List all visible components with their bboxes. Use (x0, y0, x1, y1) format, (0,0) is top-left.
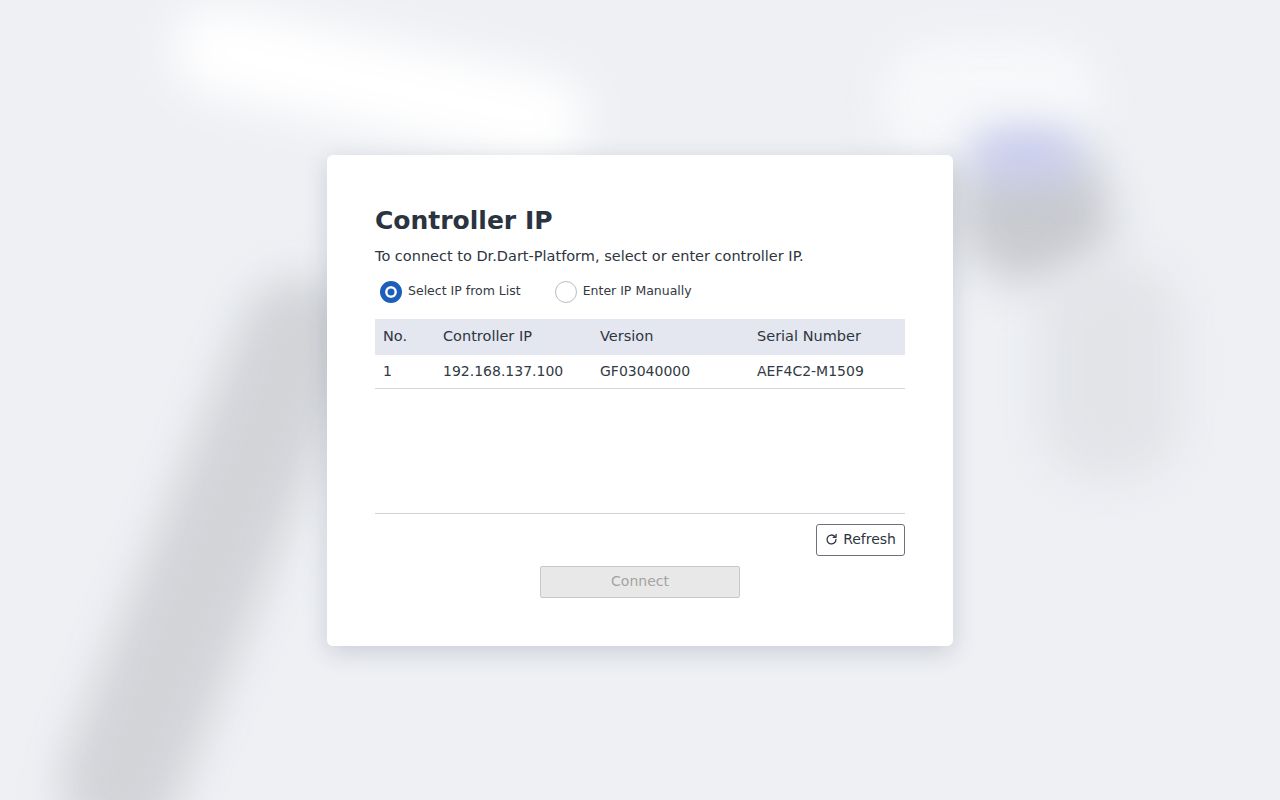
connect-row: Connect (375, 556, 905, 598)
dialog-subtitle: To connect to Dr.Dart-Platform, select o… (375, 245, 905, 267)
column-header: Serial Number (749, 319, 905, 355)
table-cell: 192.168.137.100 (435, 355, 592, 389)
mode-label: Enter IP Manually (583, 282, 692, 301)
table-row[interactable]: 1192.168.137.100GF03040000AEF4C2-M1509 (375, 355, 905, 389)
radio-button[interactable] (380, 281, 402, 303)
mode-radio[interactable]: Select IP from List (380, 281, 521, 303)
column-header: No. (375, 319, 435, 355)
controller-table: No.Controller IPVersionSerial Number1192… (375, 319, 905, 390)
radio-button[interactable] (555, 281, 577, 303)
refresh-button[interactable]: Refresh (816, 524, 905, 556)
dialog-title: Controller IP (375, 205, 905, 236)
refresh-row: Refresh (375, 514, 905, 556)
refresh-icon (825, 533, 838, 546)
column-header: Controller IP (435, 319, 592, 355)
table-cell: AEF4C2-M1509 (749, 355, 905, 389)
mode-label: Select IP from List (408, 282, 521, 301)
table-cell: GF03040000 (592, 355, 749, 389)
table-cell: 1 (375, 355, 435, 389)
header-row: No.Controller IPVersionSerial Number (375, 319, 905, 355)
column-header: Version (592, 319, 749, 355)
controller-list: No.Controller IPVersionSerial Number1192… (375, 319, 905, 514)
mode-radio[interactable]: Enter IP Manually (555, 281, 692, 303)
connect-button[interactable]: Connect (540, 566, 740, 598)
controller-ip-dialog: Controller IP To connect to Dr.Dart-Platf… (327, 155, 953, 646)
refresh-label: Refresh (843, 529, 896, 550)
mode-options: Select IP from List Enter IP Manually (375, 281, 905, 303)
